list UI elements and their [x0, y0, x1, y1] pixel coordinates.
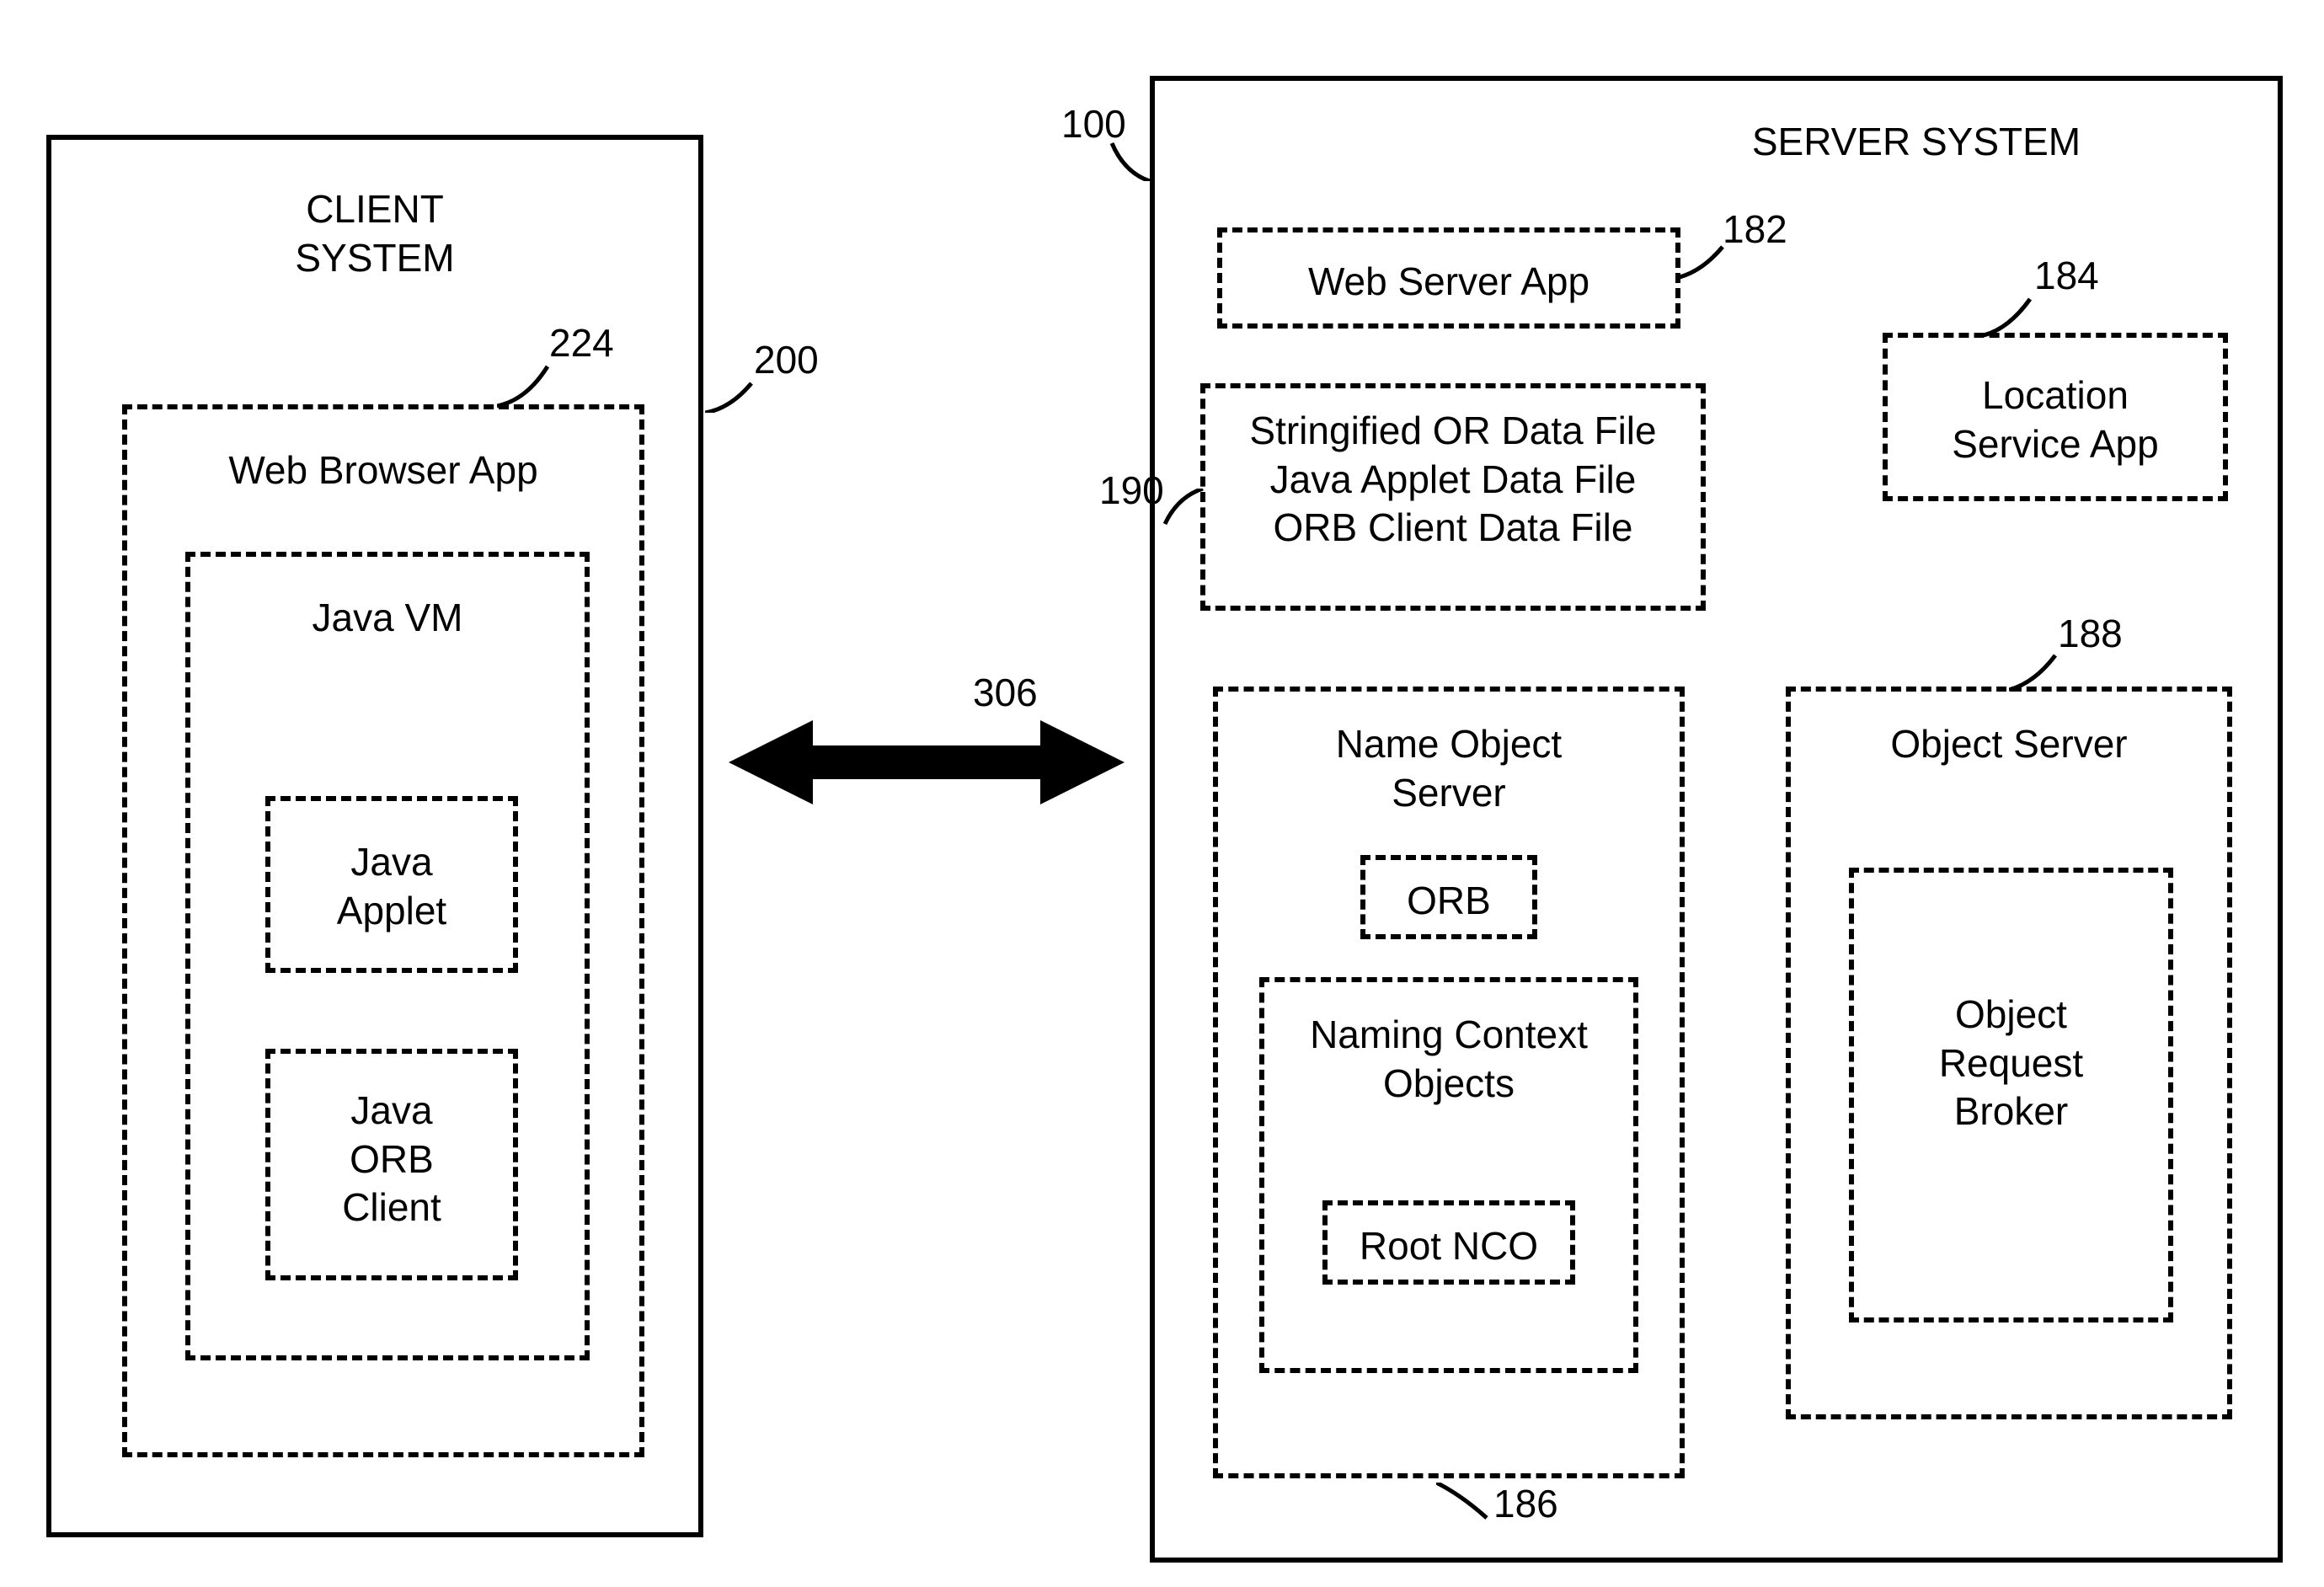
- leader-188: [2009, 651, 2060, 692]
- java-orb-client-label: Java ORB Client: [274, 1087, 510, 1232]
- object-request-broker-box: Object Request Broker: [1849, 868, 2173, 1322]
- data-files-line3: ORB Client Data File: [1205, 504, 1701, 553]
- leader-224: [497, 362, 552, 409]
- ref-186: 186: [1493, 1481, 1558, 1526]
- ref-190: 190: [1099, 468, 1164, 513]
- ref-200: 200: [754, 337, 819, 382]
- location-service-app-box: Location Service App: [1883, 333, 2228, 501]
- object-request-broker-label: Object Request Broker: [1854, 873, 2168, 1136]
- leader-200: [705, 379, 756, 413]
- web-browser-app-label: Web Browser App: [164, 446, 602, 495]
- root-nco-box: Root NCO: [1322, 1200, 1575, 1285]
- ref-188: 188: [2058, 611, 2123, 656]
- client-system-title: CLIENT SYSTEM: [190, 185, 560, 282]
- naming-context-objects-label: Naming Context Objects: [1280, 1011, 1617, 1108]
- ref-224: 224: [549, 320, 614, 366]
- diagram-canvas: CLIENT SYSTEM 200 Web Browser App 224 Ja…: [21, 21, 2303, 1566]
- double-arrow-icon: [729, 712, 1125, 813]
- java-applet-label: Java Applet: [274, 838, 510, 935]
- ref-182: 182: [1723, 206, 1787, 252]
- ref-184: 184: [2034, 253, 2099, 298]
- ref-306: 306: [973, 670, 1038, 715]
- leader-186: [1436, 1483, 1491, 1520]
- server-system-title: SERVER SYSTEM: [1579, 118, 2253, 167]
- leader-184: [1984, 295, 2034, 337]
- web-server-app-label: Web Server App: [1222, 232, 1675, 307]
- root-nco-label: Root NCO: [1328, 1205, 1570, 1271]
- java-vm-label: Java VM: [232, 594, 543, 643]
- leader-190: [1161, 489, 1207, 526]
- location-service-app-label: Location Service App: [1888, 338, 2223, 468]
- object-server-label: Object Server: [1819, 720, 2198, 769]
- data-files-box: Stringified OR Data File Java Applet Dat…: [1200, 383, 1706, 611]
- leader-182: [1676, 243, 1727, 281]
- leader-100: [1108, 139, 1154, 181]
- name-object-server-label: Name Object Server: [1247, 720, 1651, 817]
- web-server-app-box: Web Server App: [1217, 227, 1680, 329]
- data-files-line1: Stringified OR Data File: [1205, 407, 1701, 456]
- orb-label: ORB: [1365, 860, 1532, 926]
- data-files-line2: Java Applet Data File: [1205, 456, 1701, 505]
- orb-box: ORB: [1360, 855, 1537, 939]
